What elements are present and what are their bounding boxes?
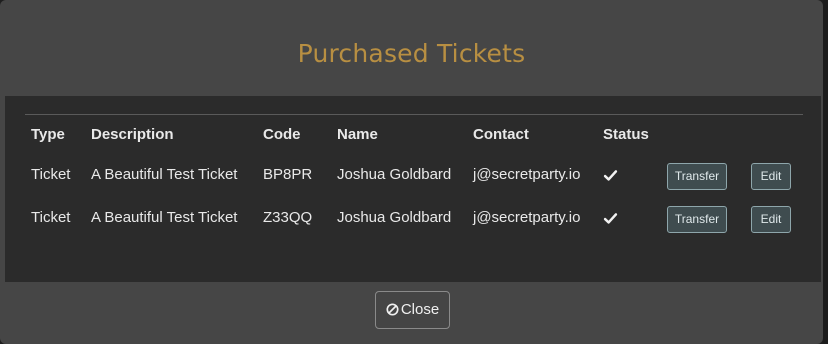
column-header-name: Name [337,125,378,143]
cell-transfer: Transfer [661,196,745,239]
cell-type: Ticket [31,209,71,226]
cell-type: Ticket [31,166,71,183]
column-header-transfer [661,115,745,154]
transfer-button[interactable]: Transfer [667,206,727,233]
table-header: Type Description Code Name Contact Statu… [25,114,803,154]
close-button[interactable]: Close [375,291,450,329]
purchased-tickets-modal: Purchased Tickets Type Description Code … [0,0,823,344]
cell-edit: Edit [745,153,803,196]
table-body: Ticket A Beautiful Test Ticket BP8PR Jos… [25,153,803,239]
cell-contact: j@secretparty.io [473,209,581,226]
cell-edit: Edit [745,196,803,239]
table-header-row: Type Description Code Name Contact Statu… [25,114,803,154]
cell-transfer: Transfer [661,153,745,196]
column-header-status: Status [603,125,649,143]
close-button-label: Close [400,301,440,318]
edit-button[interactable]: Edit [751,206,791,233]
edit-button[interactable]: Edit [751,163,791,190]
table-row: Ticket A Beautiful Test Ticket BP8PR Jos… [25,153,803,196]
modal-title: Purchased Tickets [297,39,526,68]
ban-icon [386,303,399,316]
table-row: Ticket A Beautiful Test Ticket Z33QQ Jos… [25,196,803,239]
cell-name: Joshua Goldbard [337,209,452,226]
modal-body: Type Description Code Name Contact Statu… [5,96,821,282]
cell-status [597,196,661,239]
modal-header: Purchased Tickets [0,0,823,96]
cell-description: A Beautiful Test Ticket [91,166,238,183]
cell-name: Joshua Goldbard [337,166,452,183]
cell-code: BP8PR [263,166,313,183]
column-header-code: Code [263,125,301,143]
tickets-table: Type Description Code Name Contact Statu… [25,114,803,239]
column-header-type: Type [31,125,65,143]
column-header-edit [745,115,803,154]
cell-description: A Beautiful Test Ticket [91,209,238,226]
backdrop-edge [823,0,828,344]
column-header-contact: Contact [473,125,529,143]
cell-contact: j@secretparty.io [473,166,581,183]
check-icon [603,212,618,224]
cell-status [597,153,661,196]
transfer-button[interactable]: Transfer [667,163,727,190]
modal-footer: Close [0,282,823,344]
check-icon [603,169,618,181]
column-header-description: Description [91,125,174,143]
cell-code: Z33QQ [263,209,313,226]
